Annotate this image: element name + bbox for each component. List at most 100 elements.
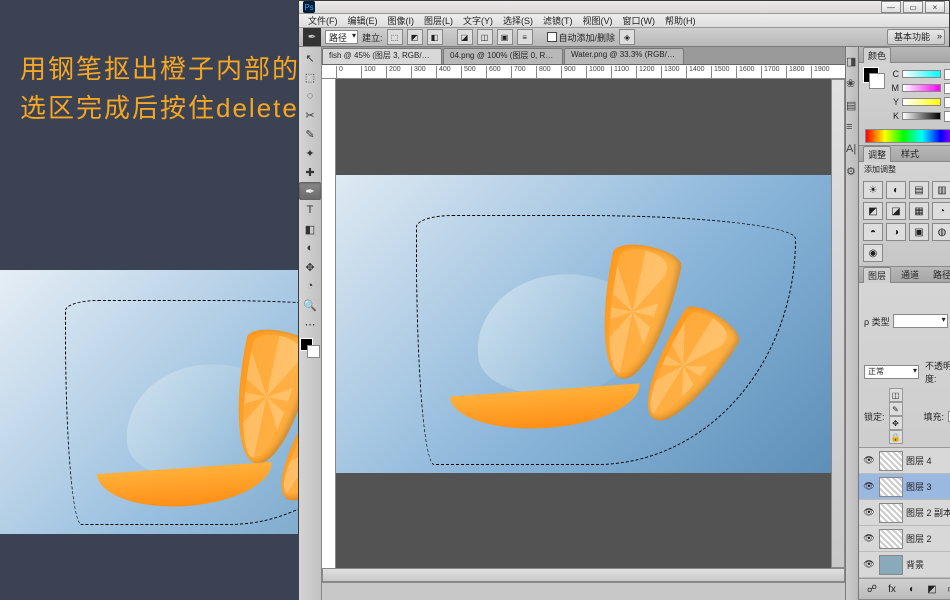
lock-icon-0[interactable]: ◫: [889, 388, 903, 402]
layer-row-0[interactable]: 👁图层 4: [859, 448, 950, 474]
tool-14[interactable]: ⋯: [299, 315, 321, 333]
path-ops-subtract-icon[interactable]: ◫: [477, 29, 493, 45]
layer-thumbnail[interactable]: [879, 503, 903, 523]
layer-thumbnail[interactable]: [879, 555, 903, 575]
layer-thumbnail[interactable]: [879, 477, 903, 497]
menu-item-0[interactable]: 文件(F): [303, 14, 343, 27]
blend-mode-dropdown[interactable]: 正常: [864, 365, 919, 379]
canvas-artboard[interactable]: [336, 175, 831, 473]
lock-icon-1[interactable]: ✎: [889, 402, 903, 416]
menu-item-3[interactable]: 图层(L): [419, 14, 458, 27]
dock-icon-3[interactable]: ≡: [846, 121, 858, 133]
m-slider[interactable]: [902, 84, 941, 92]
tool-10[interactable]: ◐: [299, 239, 321, 257]
color-spectrum-bar[interactable]: [865, 129, 950, 143]
dock-icon-0[interactable]: ◨: [846, 55, 858, 67]
layer-name[interactable]: 背景: [906, 558, 950, 571]
k-value[interactable]: 80: [944, 111, 950, 122]
dock-icon-4[interactable]: A|: [846, 143, 858, 155]
path-ops-add-icon[interactable]: ◪: [457, 29, 473, 45]
menu-item-9[interactable]: 帮助(H): [660, 14, 701, 27]
make-selection-button[interactable]: ⬚: [387, 29, 403, 45]
menu-item-2[interactable]: 图像(I): [383, 14, 420, 27]
lock-icon-2[interactable]: ✥: [889, 416, 903, 430]
adjustment-icon-7[interactable]: ▦: [909, 202, 929, 220]
tool-4[interactable]: ✎: [299, 125, 321, 143]
menu-item-7[interactable]: 视图(V): [578, 14, 618, 27]
tool-2[interactable]: ◌: [299, 87, 321, 105]
menu-item-4[interactable]: 文字(Y): [458, 14, 498, 27]
lock-icon-3[interactable]: 🔒: [889, 430, 903, 444]
dock-icon-1[interactable]: ❀: [846, 77, 858, 89]
layer-visibility-icon[interactable]: 👁: [862, 559, 876, 570]
adjustment-icon-8[interactable]: ◔: [932, 202, 950, 220]
styles-tab[interactable]: 样式: [897, 146, 923, 161]
layer-name[interactable]: 图层 3: [906, 480, 950, 493]
scrollbar-horizontal[interactable]: [322, 568, 845, 582]
tool-7[interactable]: ✒: [299, 182, 321, 200]
layer-row-2[interactable]: 👁图层 2 副本: [859, 500, 950, 526]
layers-tab-1[interactable]: 通道: [897, 267, 923, 282]
adjustment-icon-15[interactable]: ◉: [863, 244, 883, 262]
close-button[interactable]: ×: [925, 1, 945, 13]
tool-0[interactable]: ↖: [299, 49, 321, 67]
adjustment-icon-12[interactable]: ▣: [909, 223, 929, 241]
document-tab-2[interactable]: Water.png @ 33.3% (RGB/8) *: [564, 48, 684, 64]
layers-footer-button-0[interactable]: ☍: [865, 582, 879, 596]
layer-visibility-icon[interactable]: 👁: [862, 507, 876, 518]
layers-footer-button-2[interactable]: ◐: [905, 582, 919, 596]
adjustment-icon-0[interactable]: ☀: [863, 181, 883, 199]
make-mask-button[interactable]: ◩: [407, 29, 423, 45]
scrollbar-vertical[interactable]: [831, 79, 845, 568]
tool-13[interactable]: 🔍: [299, 296, 321, 314]
make-shape-button[interactable]: ◧: [427, 29, 443, 45]
menu-item-6[interactable]: 滤镜(T): [538, 14, 578, 27]
color-swatch-fg-bg[interactable]: [863, 67, 885, 89]
workspace-switcher[interactable]: 基本功能: [887, 29, 945, 45]
layer-thumbnail[interactable]: [879, 451, 903, 471]
tool-9[interactable]: ◧: [299, 220, 321, 238]
tool-12[interactable]: ◔: [299, 277, 321, 295]
c-value[interactable]: 93: [944, 69, 950, 80]
adjustment-icon-3[interactable]: ▥: [932, 181, 950, 199]
title-bar[interactable]: Ps — ▭ ×: [299, 1, 949, 14]
k-slider[interactable]: [902, 112, 941, 120]
c-slider[interactable]: [902, 70, 941, 78]
layer-thumbnail[interactable]: [879, 529, 903, 549]
current-tool-icon[interactable]: ✒: [303, 28, 321, 46]
dock-icon-2[interactable]: ▤: [846, 99, 858, 111]
layers-footer-button-4[interactable]: ▭: [945, 582, 950, 596]
pen-mode-dropdown[interactable]: 路径: [325, 30, 358, 44]
adjustment-icon-13[interactable]: ◍: [932, 223, 950, 241]
layer-name[interactable]: 图层 4: [906, 454, 950, 467]
ruler-horizontal[interactable]: 0100200300400500600700800900100011001200…: [322, 65, 845, 79]
layer-visibility-icon[interactable]: 👁: [862, 533, 876, 544]
ruler-vertical[interactable]: [322, 79, 336, 568]
layer-row-4[interactable]: 👁背景🔒: [859, 552, 950, 578]
y-slider[interactable]: [902, 98, 941, 106]
path-align-icon[interactable]: ≡: [517, 29, 533, 45]
layers-tab-2[interactable]: 路径: [929, 267, 950, 282]
maximize-button[interactable]: ▭: [903, 1, 923, 13]
layer-row-1[interactable]: 👁 图层 3: [859, 474, 950, 500]
layers-footer-button-3[interactable]: ◩: [925, 582, 939, 596]
tool-1[interactable]: ⬚: [299, 68, 321, 86]
layer-visibility-icon[interactable]: 👁: [862, 481, 876, 492]
minimize-button[interactable]: —: [881, 1, 901, 13]
adjustment-icon-2[interactable]: ▤: [909, 181, 929, 199]
tool-5[interactable]: ✦: [299, 144, 321, 162]
tool-6[interactable]: ✚: [299, 163, 321, 181]
tool-8[interactable]: T: [299, 201, 321, 219]
adjustment-icon-10[interactable]: ◓: [863, 223, 883, 241]
tool-11[interactable]: ✥: [299, 258, 321, 276]
adjustments-tab[interactable]: 调整: [863, 146, 891, 162]
tool-3[interactable]: ✂: [299, 106, 321, 124]
auto-add-delete-checkbox[interactable]: 自动添加/删除: [547, 31, 616, 44]
menu-item-1[interactable]: 编辑(E): [343, 14, 383, 27]
layer-row-3[interactable]: 👁图层 2: [859, 526, 950, 552]
color-panel-tab[interactable]: 颜色: [863, 47, 891, 63]
fg-bg-swatch[interactable]: [300, 338, 320, 358]
menu-item-8[interactable]: 窗口(W): [618, 14, 661, 27]
layer-filter-dropdown[interactable]: [893, 314, 948, 328]
document-tab-1[interactable]: 04.png @ 100% (图层 0, RGB/8) *: [443, 48, 563, 64]
